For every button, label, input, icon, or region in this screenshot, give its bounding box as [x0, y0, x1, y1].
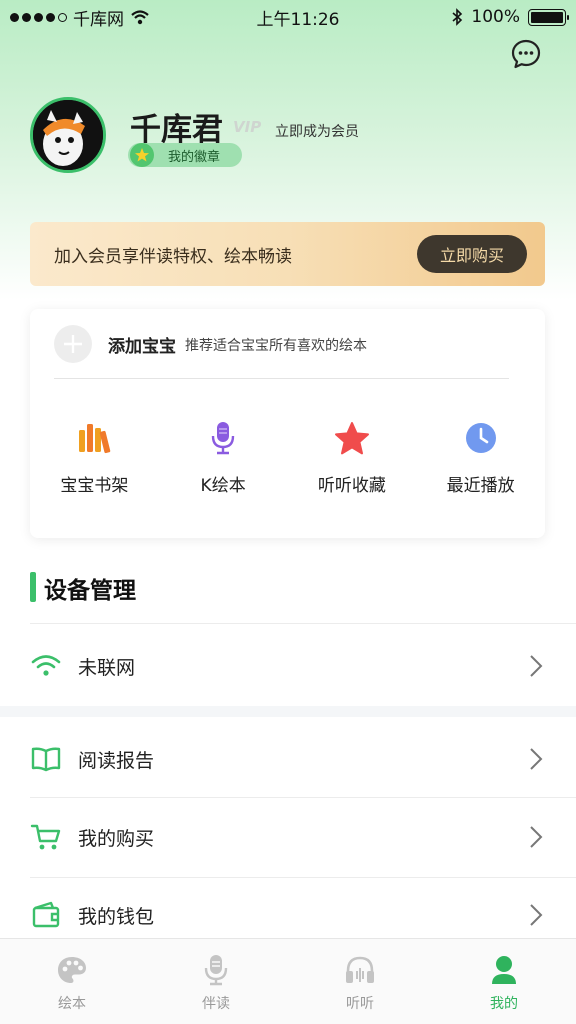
quick-label: 宝宝书架 [60, 476, 129, 496]
headphones-icon [343, 953, 377, 987]
tab-picturebook[interactable]: 绘本 [0, 939, 144, 1024]
become-member-link[interactable]: 立即成为会员 [275, 121, 359, 141]
menu-row-my-purchases[interactable]: 我的购买 [0, 807, 576, 867]
add-baby-label: 添加宝宝 [108, 336, 176, 357]
status-right: 100% [416, 7, 569, 27]
card-divider [54, 378, 509, 379]
quick-item-k-picturebook[interactable]: K绘本 [159, 419, 288, 496]
tab-companion-reading[interactable]: 伴读 [144, 939, 288, 1024]
quick-label: 最近播放 [446, 476, 515, 496]
add-baby-row[interactable]: 添加宝宝 推荐适合宝宝所有喜欢的绘本 [54, 325, 367, 363]
avatar[interactable] [30, 97, 106, 173]
section-gap [0, 706, 576, 717]
badge-label: 我的徽章 [168, 149, 221, 165]
menu-label: 阅读报告 [78, 749, 155, 772]
battery-icon [528, 8, 569, 26]
my-badge-button[interactable]: 我的徽章 [128, 143, 242, 167]
network-row[interactable]: 未联网 [0, 636, 576, 696]
tab-label: 我的 [490, 996, 518, 1012]
chat-bubble-icon [511, 39, 541, 69]
bookshelf-icon [75, 419, 113, 457]
tab-mine[interactable]: 我的 [432, 939, 576, 1024]
wifi-icon [30, 650, 62, 682]
divider [30, 623, 576, 624]
quick-item-favorites[interactable]: 听听收藏 [288, 419, 417, 496]
quick-item-recent[interactable]: 最近播放 [416, 419, 545, 496]
tab-listen[interactable]: 听听 [288, 939, 432, 1024]
star-badge-icon [130, 143, 154, 167]
quick-item-bookshelf[interactable]: 宝宝书架 [30, 419, 159, 496]
menu-row-my-wallet[interactable]: 我的钱包 [0, 885, 576, 945]
menu-row-reading-report[interactable]: 阅读报告 [0, 729, 576, 789]
vip-icon: VIP [233, 118, 262, 136]
microphone-icon [199, 953, 233, 987]
palette-icon [55, 953, 89, 987]
add-baby-subtitle: 推荐适合宝宝所有喜欢的绘本 [185, 338, 367, 354]
signal-icon [10, 12, 67, 22]
baby-card: 添加宝宝 推荐适合宝宝所有喜欢的绘本 宝宝书架 K绘本 听听收藏 最近播放 [30, 309, 545, 538]
chevron-right-icon [526, 746, 546, 772]
clock-icon [462, 419, 500, 457]
wallet-icon [30, 899, 62, 931]
menu-label: 我的钱包 [78, 905, 155, 928]
device-section-title: 设备管理 [44, 578, 136, 604]
network-label: 未联网 [78, 656, 136, 679]
user-icon [487, 953, 521, 987]
buy-now-button[interactable]: 立即购买 [417, 235, 527, 273]
quick-actions: 宝宝书架 K绘本 听听收藏 最近播放 [30, 419, 545, 496]
star-icon [333, 419, 371, 457]
status-time: 上午11:26 [256, 9, 340, 30]
avatar-image [33, 100, 103, 170]
status-bar: 千库网 上午11:26 100% [0, 0, 576, 34]
chevron-right-icon [526, 653, 546, 679]
divider [30, 877, 576, 878]
book-icon [30, 743, 62, 775]
carrier-label: 千库网 [73, 9, 124, 30]
tab-bar: 绘本 伴读 听听 我的 [0, 938, 576, 1024]
section-accent-bar [30, 572, 36, 602]
wifi-icon [131, 10, 149, 25]
bluetooth-icon [452, 8, 463, 26]
cart-icon [30, 821, 62, 853]
quick-label: 听听收藏 [317, 476, 386, 496]
member-banner[interactable]: 加入会员享伴读特权、绘本畅读 立即购买 [30, 222, 545, 286]
tab-label: 绘本 [58, 996, 86, 1012]
tab-label: 伴读 [202, 996, 230, 1012]
divider [30, 797, 576, 798]
quick-label: K绘本 [200, 476, 246, 496]
tab-label: 听听 [346, 996, 374, 1012]
chevron-right-icon [526, 824, 546, 850]
battery-percent: 100% [471, 7, 520, 27]
microphone-icon [204, 419, 242, 457]
menu-label: 我的购买 [78, 827, 155, 850]
battery-fill [531, 11, 563, 23]
add-icon [54, 325, 92, 363]
chevron-right-icon [526, 902, 546, 928]
message-button[interactable] [510, 38, 542, 70]
member-banner-text: 加入会员享伴读特权、绘本畅读 [54, 246, 292, 267]
